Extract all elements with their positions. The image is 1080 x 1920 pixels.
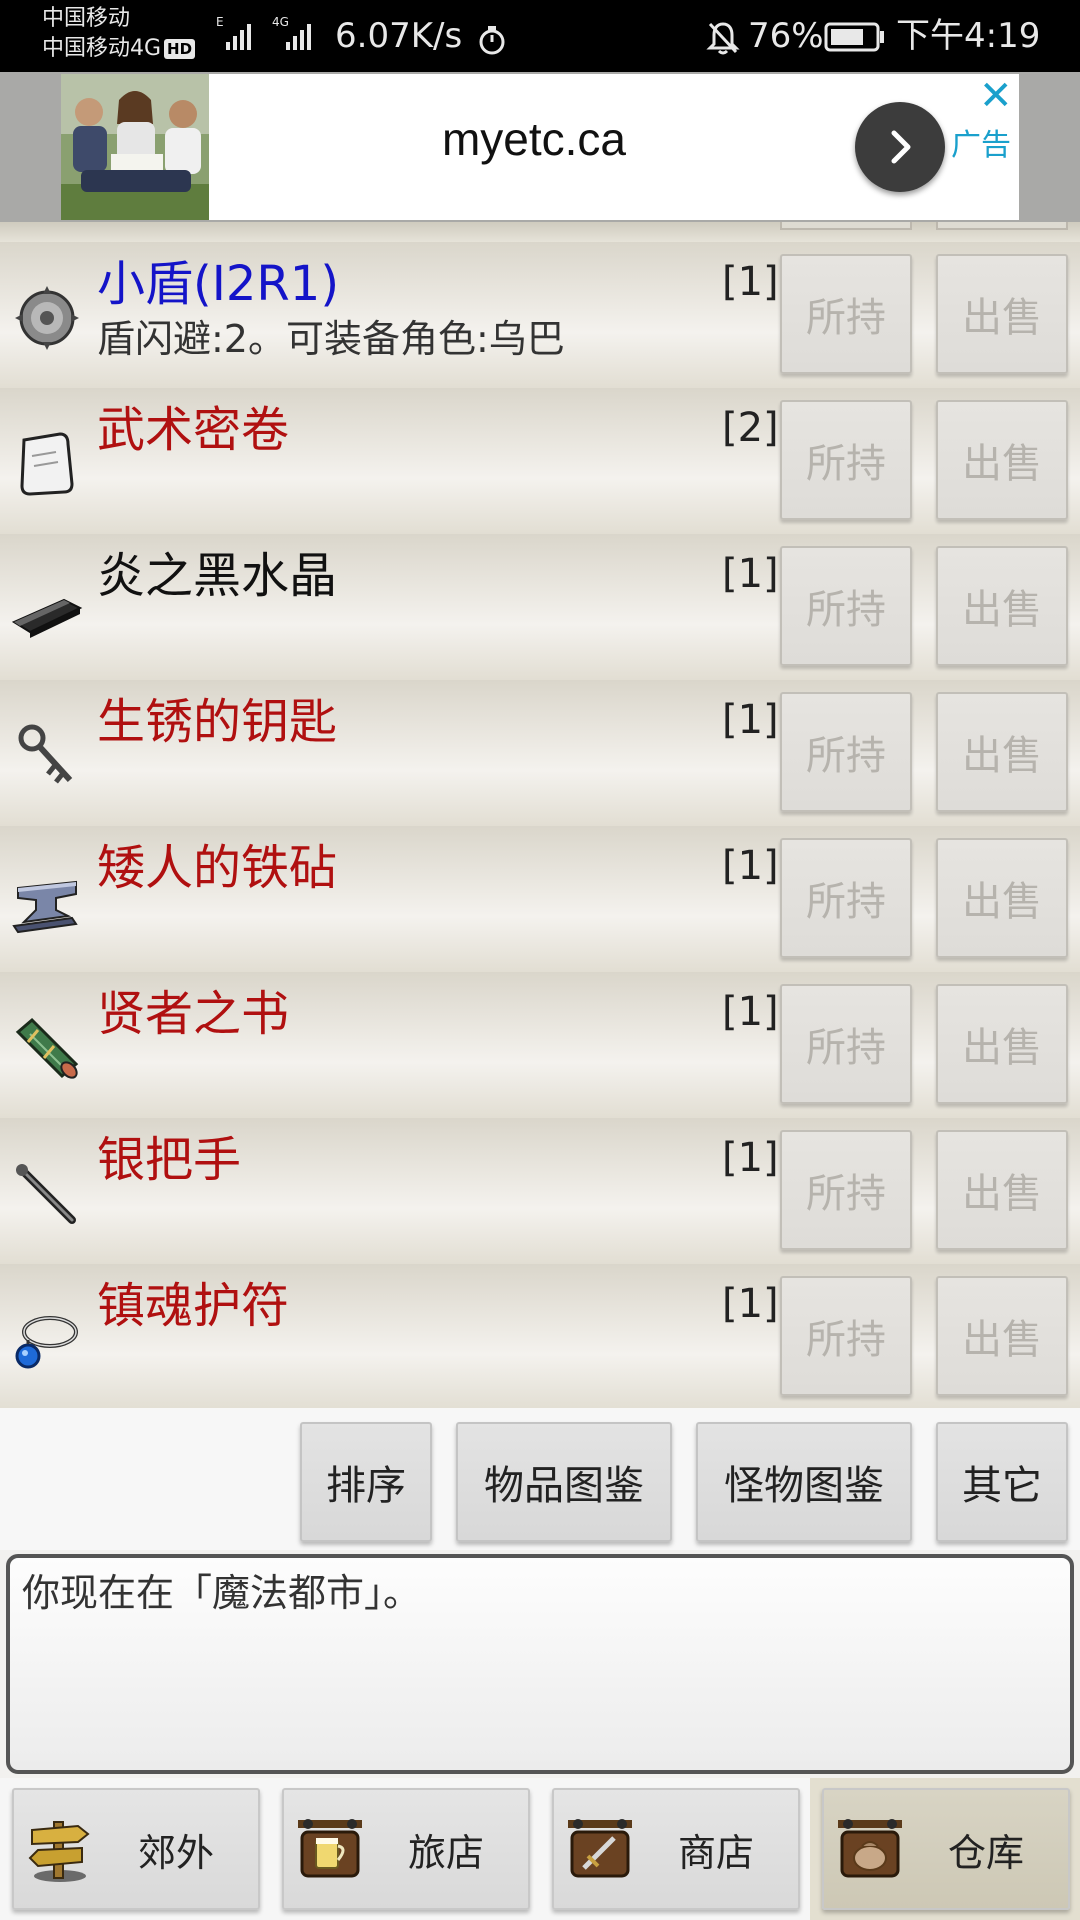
item-name: 镇魂护符: [97, 1278, 290, 1334]
hold-button[interactable]: 所持: [780, 838, 912, 958]
ad-url: myetc.ca: [441, 113, 627, 165]
book-scroll-icon: [15, 1017, 79, 1079]
item-count: [1]: [722, 551, 779, 597]
signal-icon: E 4G: [216, 15, 311, 50]
item-name: 炎之黑水晶: [97, 548, 338, 604]
timer-icon: [479, 26, 505, 55]
inn-sign-icon: [298, 1819, 362, 1878]
status-bar: 中国移动 中国移动4G HD E 4G 6.07K/s 76% 下午4:19: [0, 0, 1080, 72]
battery-percent: 76%: [748, 16, 824, 56]
carrier-info: 中国移动 中国移动4G HD: [42, 4, 196, 64]
carrier-1: 中国移动: [42, 6, 131, 31]
black-crystal-icon: [11, 598, 83, 638]
hold-button[interactable]: 所持: [780, 400, 912, 520]
toolbar: 排序 物品图鉴 怪物图鉴 其它: [0, 1408, 1080, 1550]
nav-inn-label: 旅店: [407, 1830, 484, 1875]
item-row[interactable]: 银把手 [1] 所持 出售: [0, 1118, 1080, 1264]
amulet-icon: [15, 1316, 78, 1369]
battery-icon: [824, 22, 884, 52]
item-count: [1]: [722, 1281, 779, 1327]
sell-button[interactable]: 出售: [936, 984, 1068, 1104]
sort-button[interactable]: 排序: [300, 1422, 432, 1542]
sell-button[interactable]: 出售: [936, 692, 1068, 812]
item-name: 武术密卷: [97, 402, 290, 458]
item-row[interactable]: 炎之黑水晶 [1] 所持 出售: [0, 534, 1080, 680]
item-row[interactable]: 小盾(I2R1) 盾闪避:2。可装备角色:乌巴 [1] 所持 出售: [0, 242, 1080, 388]
message-box: 你现在在「魔法都市」。: [6, 1554, 1074, 1774]
chevron-right-icon: [891, 130, 911, 164]
item-list[interactable]: 小盾(I2R1) 盾闪避:2。可装备角色:乌巴 [1] 所持 出售 武术密卷 […: [0, 222, 1080, 1408]
key-icon: [18, 724, 73, 784]
item-count: [1]: [722, 1135, 779, 1181]
item-name: 生锈的钥匙: [97, 694, 338, 750]
ad-photo: [61, 74, 209, 220]
ad-label: 广告: [951, 128, 1011, 163]
ad-close-icon[interactable]: ✕: [979, 74, 1013, 118]
svg-text:E: E: [216, 15, 224, 29]
hold-button[interactable]: 所持: [780, 1276, 912, 1396]
item-count: [1]: [722, 259, 779, 305]
item-name: 银把手: [97, 1132, 242, 1188]
nav-warehouse-label: 仓库: [947, 1830, 1024, 1875]
list-top-strip: [0, 222, 1080, 242]
item-count: [2]: [722, 405, 779, 451]
item-encyclopedia-button[interactable]: 物品图鉴: [456, 1422, 672, 1542]
scroll-icon: [20, 432, 74, 496]
clock: 下午4:19: [896, 16, 1041, 56]
nav-shop-label: 商店: [677, 1830, 754, 1875]
nav-outskirts-label: 郊外: [137, 1830, 214, 1875]
nav-inn-button[interactable]: 旅店: [282, 1788, 530, 1910]
monster-encyclopedia-button[interactable]: 怪物图鉴: [696, 1422, 912, 1542]
sell-button[interactable]: 出售: [936, 1276, 1068, 1396]
ad-banner-container: myetc.ca ✕ 广告: [0, 72, 1080, 222]
nav-shop-button[interactable]: 商店: [552, 1788, 800, 1910]
ad-arrow-button[interactable]: [855, 102, 945, 192]
item-count: [1]: [722, 989, 779, 1035]
item-row[interactable]: 武术密卷 [2] 所持 出售: [0, 388, 1080, 534]
hd-badge: HD: [164, 39, 196, 59]
network-speed: 6.07K/s: [335, 16, 463, 56]
hold-button[interactable]: 所持: [780, 984, 912, 1104]
location-nav: 郊外 旅店 商店 仓库: [0, 1778, 1080, 1920]
sell-button[interactable]: 出售: [936, 1130, 1068, 1250]
ad-banner[interactable]: myetc.ca ✕ 广告: [61, 74, 1019, 220]
hold-button[interactable]: 所持: [780, 546, 912, 666]
nav-warehouse-button[interactable]: 仓库: [822, 1788, 1070, 1910]
signpost-icon: [28, 1821, 90, 1882]
handle-icon: [16, 1164, 76, 1224]
item-name: 矮人的铁砧: [97, 840, 338, 896]
sell-button[interactable]: 出售: [936, 254, 1068, 374]
other-button[interactable]: 其它: [936, 1422, 1068, 1542]
anvil-icon: [12, 880, 78, 934]
sell-button[interactable]: 出售: [936, 546, 1068, 666]
hold-button[interactable]: 所持: [780, 254, 912, 374]
nav-outskirts-button[interactable]: 郊外: [12, 1788, 260, 1910]
item-row[interactable]: 镇魂护符 [1] 所持 出售: [0, 1264, 1080, 1408]
item-row[interactable]: 贤者之书 [1] 所持 出售: [0, 972, 1080, 1118]
shop-sign-icon: [568, 1819, 632, 1878]
carrier-2: 中国移动4G: [42, 36, 162, 61]
item-count: [1]: [722, 697, 779, 743]
sell-button[interactable]: 出售: [936, 400, 1068, 520]
hold-button[interactable]: 所持: [780, 692, 912, 812]
warehouse-sign-icon: [838, 1819, 902, 1878]
item-name: 贤者之书: [97, 986, 290, 1042]
item-row[interactable]: 矮人的铁砧 [1] 所持 出售: [0, 826, 1080, 972]
item-description: 盾闪避:2。可装备角色:乌巴: [97, 317, 565, 361]
svg-text:4G: 4G: [272, 15, 289, 29]
item-row[interactable]: 生锈的钥匙 [1] 所持 出售: [0, 680, 1080, 826]
mute-bell-icon: [706, 22, 740, 55]
sell-button[interactable]: 出售: [936, 838, 1068, 958]
shield-icon: [15, 286, 79, 350]
item-name: 小盾(I2R1): [97, 256, 340, 312]
hold-button[interactable]: 所持: [780, 1130, 912, 1250]
item-count: [1]: [722, 843, 779, 889]
